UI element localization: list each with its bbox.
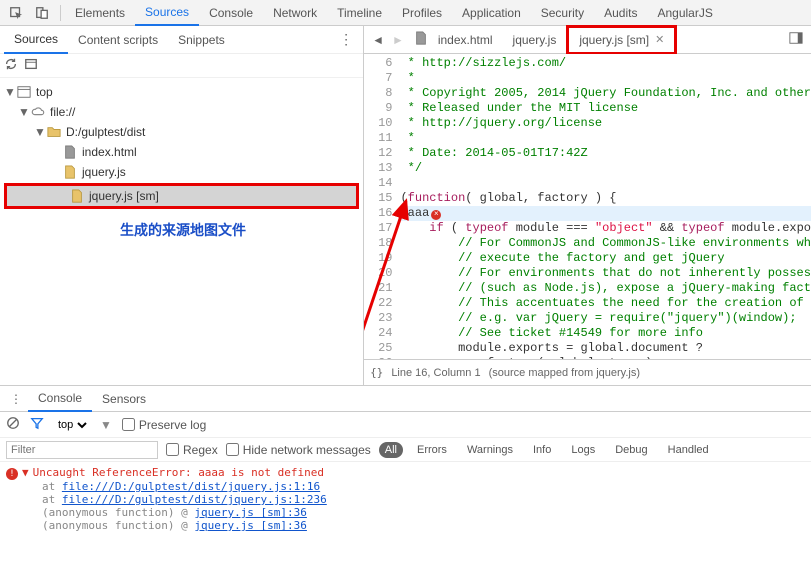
toggle-pane-icon[interactable] — [785, 31, 807, 48]
code-lines: * http://sizzlejs.com/ * * Copyright 200… — [400, 54, 811, 359]
sources-main-split: Sources Content scripts Snippets ⋮ ▼ top… — [0, 26, 811, 386]
editor-status-bar: {} Line 16, Column 1 (source mapped from… — [364, 359, 811, 385]
editor-tab-jquery-sm[interactable]: jquery.js [sm] ✕ — [566, 25, 677, 55]
tree-file-jquery[interactable]: jquery.js — [0, 162, 363, 182]
tree-origin-label: file:// — [50, 105, 75, 119]
file-tree: ▼ top ▼ file:// ▼ D:/gulptest/dist index… — [0, 78, 363, 385]
file-icon — [414, 31, 428, 48]
sync-icon[interactable] — [4, 57, 18, 74]
drawer-tab-console[interactable]: Console — [28, 386, 92, 412]
tree-folder-label: D:/gulptest/dist — [66, 125, 145, 139]
drawer-tabs: ⋮ Console Sensors — [0, 386, 811, 412]
editor-tab-jquery[interactable]: jquery.js — [503, 28, 567, 52]
stack-frame: at file:///D:/gulptest/dist/jquery.js:1:… — [6, 480, 805, 493]
regex-checkbox[interactable]: Regex — [166, 443, 218, 457]
code-editor[interactable]: 6789101112131415161718192021222324252627… — [364, 54, 811, 359]
editor-pane: ◄ ► index.html jquery.js jquery.js [sm] … — [364, 26, 811, 385]
level-info[interactable]: Info — [527, 442, 557, 458]
stack-link[interactable]: jquery.js [sm]:36 — [194, 506, 307, 519]
more-icon[interactable]: ⋮ — [4, 392, 28, 406]
tree-file-jquery-sm[interactable]: jquery.js [sm] — [4, 183, 359, 209]
file-label: jquery.js — [82, 165, 126, 179]
error-icon: ! — [6, 468, 18, 480]
navigator-tabs: Sources Content scripts Snippets ⋮ — [0, 26, 363, 54]
level-debug[interactable]: Debug — [609, 442, 653, 458]
file-label: index.html — [82, 145, 137, 159]
editor-tabs: ◄ ► index.html jquery.js jquery.js [sm] … — [364, 26, 811, 54]
inspect-icon[interactable] — [4, 1, 28, 25]
tab-elements[interactable]: Elements — [65, 1, 135, 25]
navigator-pane: Sources Content scripts Snippets ⋮ ▼ top… — [0, 26, 364, 385]
stack-link[interactable]: jquery.js [sm]:36 — [194, 519, 307, 532]
tab-network[interactable]: Network — [263, 1, 327, 25]
folder-icon — [46, 124, 62, 140]
hide-network-checkbox[interactable]: Hide network messages — [226, 443, 371, 457]
tab-application[interactable]: Application — [452, 1, 531, 25]
tab-profiles[interactable]: Profiles — [392, 1, 452, 25]
tree-folder[interactable]: ▼ D:/gulptest/dist — [0, 122, 363, 142]
tab-security[interactable]: Security — [531, 1, 594, 25]
tree-origin[interactable]: ▼ file:// — [0, 102, 363, 122]
nav-back-icon[interactable]: ◄ — [368, 33, 388, 47]
chevron-down-icon: ▼ — [34, 125, 46, 139]
chevron-down-icon: ▼ — [4, 85, 16, 99]
tree-root[interactable]: ▼ top — [0, 82, 363, 102]
chevron-down-icon: ▼ — [18, 105, 30, 119]
level-handled[interactable]: Handled — [662, 442, 715, 458]
editor-tab-label: jquery.js [sm] — [579, 33, 649, 47]
console-error: ! ▼ Uncaught ReferenceError: aaaa is not… — [6, 466, 805, 480]
braces-icon[interactable]: {} — [370, 366, 383, 379]
file-icon — [62, 144, 78, 160]
nav-fwd-icon[interactable]: ► — [388, 33, 408, 47]
tab-content-scripts[interactable]: Content scripts — [68, 27, 168, 53]
tab-audits[interactable]: Audits — [594, 1, 647, 25]
drawer-tab-sensors[interactable]: Sensors — [92, 387, 156, 411]
level-warnings[interactable]: Warnings — [461, 442, 519, 458]
clear-console-icon[interactable] — [6, 416, 20, 433]
filter-input[interactable] — [6, 441, 158, 459]
error-message: Uncaught ReferenceError: aaaa is not def… — [33, 466, 324, 479]
editor-tab-index[interactable]: index.html — [428, 28, 503, 52]
tree-root-label: top — [36, 85, 53, 99]
more-icon[interactable]: ⋮ — [333, 31, 359, 48]
line-gutter: 6789101112131415161718192021222324252627 — [364, 54, 400, 359]
context-selector[interactable]: top — [54, 418, 90, 432]
tree-toolbar — [0, 54, 363, 78]
level-all[interactable]: All — [379, 442, 403, 458]
tab-snippets[interactable]: Snippets — [168, 27, 235, 53]
tab-sources-tree[interactable]: Sources — [4, 26, 68, 54]
tree-file-index[interactable]: index.html — [0, 142, 363, 162]
frame-icon — [16, 84, 32, 100]
anon-frame: (anonymous function) @ jquery.js [sm]:36 — [6, 519, 805, 532]
stack-link[interactable]: file:///D:/gulptest/dist/jquery.js:1:236 — [62, 493, 327, 506]
console-output[interactable]: ! ▼ Uncaught ReferenceError: aaaa is not… — [0, 462, 811, 551]
file-icon — [62, 164, 78, 180]
frame-icon[interactable] — [24, 57, 38, 74]
anon-frame: (anonymous function) @ jquery.js [sm]:36 — [6, 506, 805, 519]
source-mapped-note: (source mapped from jquery.js) — [489, 367, 640, 379]
file-icon — [69, 188, 85, 204]
tab-sources[interactable]: Sources — [135, 0, 199, 26]
console-toolbar: top ▼ Preserve log — [0, 412, 811, 438]
divider — [60, 5, 61, 21]
filter-icon[interactable] — [30, 416, 44, 433]
tab-angularjs[interactable]: AngularJS — [647, 1, 722, 25]
console-filter-row: Regex Hide network messages All Errors W… — [0, 438, 811, 462]
close-icon[interactable]: ✕ — [655, 33, 664, 46]
device-mode-icon[interactable] — [30, 1, 54, 25]
devtools-top-tabs: Elements Sources Console Network Timelin… — [0, 0, 811, 26]
tab-timeline[interactable]: Timeline — [327, 1, 392, 25]
stack-frame: at file:///D:/gulptest/dist/jquery.js:1:… — [6, 493, 805, 506]
drawer: ⋮ Console Sensors top ▼ Preserve log Reg… — [0, 386, 811, 551]
annotation-text: 生成的来源地图文件 — [120, 220, 246, 240]
stack-link[interactable]: file:///D:/gulptest/dist/jquery.js:1:16 — [62, 480, 320, 493]
tab-console[interactable]: Console — [199, 1, 263, 25]
file-label: jquery.js [sm] — [89, 189, 159, 203]
cloud-icon — [30, 104, 46, 120]
preserve-log-checkbox[interactable]: Preserve log — [122, 418, 206, 432]
level-errors[interactable]: Errors — [411, 442, 453, 458]
level-logs[interactable]: Logs — [565, 442, 601, 458]
cursor-position: Line 16, Column 1 — [391, 367, 480, 379]
